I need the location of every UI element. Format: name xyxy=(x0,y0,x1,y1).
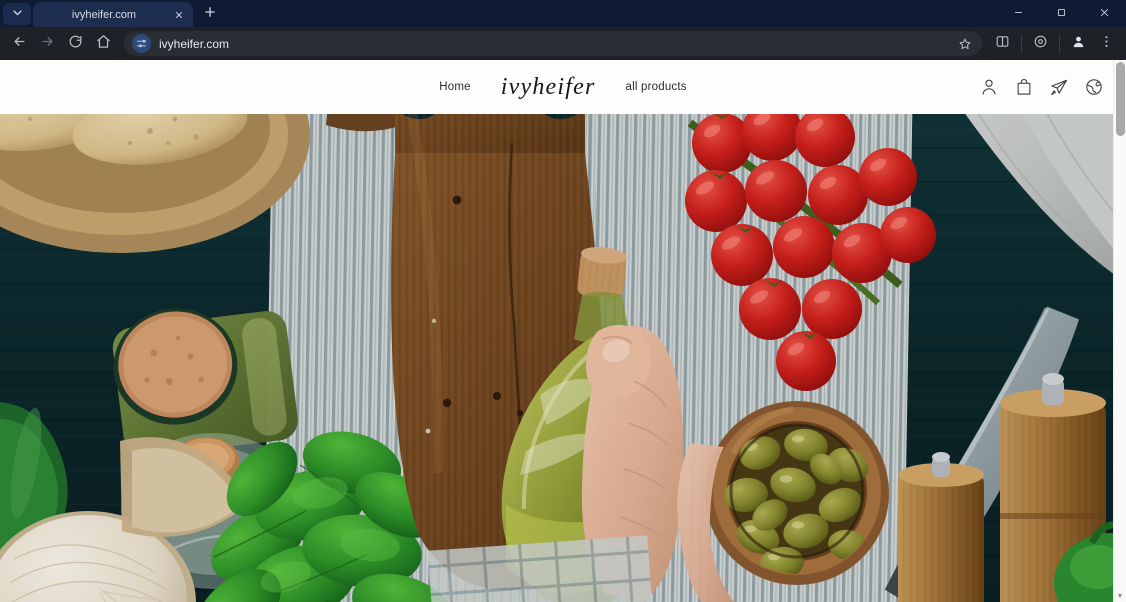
close-window-button[interactable] xyxy=(1083,0,1126,27)
hero-image xyxy=(0,114,1126,602)
address-bar[interactable]: ivyheifer.com xyxy=(124,31,982,56)
page-viewport: Home ivyheifer all products ▼ xyxy=(0,60,1126,602)
reload-icon xyxy=(68,34,83,54)
profile-button[interactable] xyxy=(1065,30,1092,57)
forward-arrow-icon xyxy=(40,34,55,54)
new-tab-button[interactable] xyxy=(197,2,223,26)
tab-strip: ivyheifer.com xyxy=(0,0,1126,27)
reload-button[interactable] xyxy=(62,30,89,57)
plus-icon xyxy=(204,5,216,23)
browser-tab[interactable]: ivyheifer.com xyxy=(33,2,193,27)
site-nav: Home ivyheifer all products xyxy=(0,74,1126,101)
site-logo[interactable]: ivyheifer xyxy=(501,74,596,101)
scrollbar-thumb[interactable] xyxy=(1116,62,1125,136)
split-screen-icon xyxy=(995,34,1010,54)
star-icon[interactable] xyxy=(956,35,974,53)
extensions-button[interactable] xyxy=(1027,30,1054,57)
minimize-icon xyxy=(1013,5,1024,23)
scroll-down-arrow[interactable]: ▼ xyxy=(1114,590,1126,602)
toolbar-divider xyxy=(1021,35,1022,52)
url-text[interactable]: ivyheifer.com xyxy=(159,37,948,51)
profile-avatar-icon xyxy=(1071,34,1086,54)
tab-title: ivyheifer.com xyxy=(71,8,137,21)
paper-plane-cursor-icon[interactable] xyxy=(1049,77,1069,97)
maximize-button[interactable] xyxy=(1040,0,1083,27)
close-icon xyxy=(1099,5,1110,23)
minimize-button[interactable] xyxy=(997,0,1040,27)
forward-button[interactable] xyxy=(34,30,61,57)
hero-illustration xyxy=(0,114,1126,602)
close-icon[interactable] xyxy=(171,7,186,22)
account-icon[interactable] xyxy=(979,77,999,97)
extensions-icon xyxy=(1033,34,1048,54)
maximize-icon xyxy=(1056,5,1067,23)
three-dot-menu-icon xyxy=(1099,34,1114,54)
nav-home[interactable]: Home xyxy=(439,81,470,93)
home-button[interactable] xyxy=(90,30,117,57)
globe-icon[interactable] xyxy=(1084,77,1104,97)
shopping-bag-icon[interactable] xyxy=(1014,77,1034,97)
back-arrow-icon xyxy=(12,34,27,54)
home-icon xyxy=(96,34,111,54)
page-scrollbar[interactable]: ▼ xyxy=(1113,60,1126,602)
split-view-button[interactable] xyxy=(989,30,1016,57)
back-button[interactable] xyxy=(6,30,33,57)
site-header: Home ivyheifer all products xyxy=(0,60,1126,114)
tab-search-button[interactable] xyxy=(3,3,31,25)
window-controls xyxy=(997,0,1126,27)
browser-window: ivyheifer.com ivyheifer.com Home ivyheif… xyxy=(0,0,1126,602)
header-icon-group xyxy=(979,77,1104,97)
nav-all-products[interactable]: all products xyxy=(626,81,687,93)
browser-toolbar: ivyheifer.com xyxy=(0,27,1126,60)
chevron-down-icon xyxy=(12,5,23,23)
tune-sliders-icon[interactable] xyxy=(132,34,151,53)
toolbar-divider xyxy=(1059,35,1060,52)
browser-menu-button[interactable] xyxy=(1093,30,1120,57)
